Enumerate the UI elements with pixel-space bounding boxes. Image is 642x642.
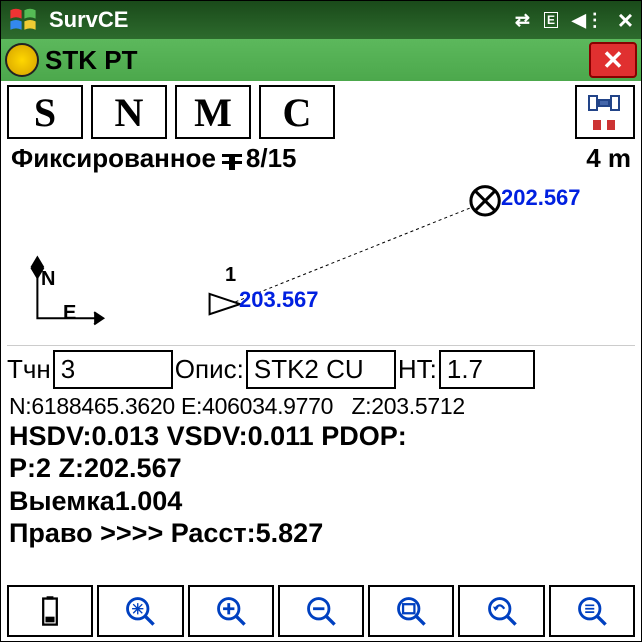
app-icon: [5, 43, 39, 77]
main-toolbar: S N M C: [1, 81, 641, 141]
close-system-icon[interactable]: ×: [618, 5, 633, 36]
target-elevation: 202.567: [501, 185, 581, 211]
s-button[interactable]: S: [7, 85, 83, 139]
zoom-out-button[interactable]: [278, 585, 364, 637]
app-titlebar: STK PT ✕: [1, 39, 641, 81]
point-label: Тчн: [7, 354, 51, 385]
point-input[interactable]: 3: [53, 350, 173, 389]
app-title: STK PT: [45, 45, 589, 76]
c-button[interactable]: C: [259, 85, 335, 139]
east-label: E: [63, 302, 76, 325]
cut-readout: Выемка1.004: [1, 485, 641, 517]
battery-button[interactable]: [7, 585, 93, 637]
connectivity-icon[interactable]: ⇄: [515, 10, 530, 31]
desc-label: Опис:: [175, 354, 244, 385]
volume-icon[interactable]: ◀⋮: [572, 10, 604, 31]
ht-label: HT:: [398, 354, 437, 385]
zoom-previous-button[interactable]: [458, 585, 544, 637]
distance-scale: 4 m: [586, 143, 631, 174]
quality-readout: HSDV:0.013 VSDV:0.011 PDOP:: [1, 420, 641, 452]
zoom-in-button[interactable]: [188, 585, 274, 637]
close-button[interactable]: ✕: [589, 42, 637, 78]
fix-status: Фиксированное: [11, 143, 216, 174]
ht-input[interactable]: 1.7: [439, 350, 535, 389]
current-elevation: 203.567: [239, 287, 319, 313]
desc-input[interactable]: STK2 CU: [246, 350, 396, 389]
zoom-extents-button[interactable]: [97, 585, 183, 637]
taskbar-title: SurvCE: [49, 7, 515, 33]
satellite-count: 8/15: [222, 143, 297, 174]
system-taskbar: SurvCE ⇄ E ◀⋮ ×: [1, 1, 641, 39]
settings-button[interactable]: [549, 585, 635, 637]
signal-icon[interactable]: E: [544, 12, 558, 28]
satellite-icon: [222, 154, 242, 164]
windows-logo-icon[interactable]: [9, 6, 37, 34]
zoom-window-button[interactable]: [368, 585, 454, 637]
coordinate-readout: N:6188465.3620 E:406034.9770 Z:203.5712: [1, 393, 641, 420]
bottom-toolbar: [1, 581, 641, 641]
input-row: Тчн 3 Опис: STK2 CU HT: 1.7: [1, 346, 641, 393]
current-point-number: 1: [225, 264, 236, 287]
n-button[interactable]: N: [91, 85, 167, 139]
app-window: SurvCE ⇄ E ◀⋮ × STK PT ✕ S N M C Фиксиро…: [0, 0, 642, 642]
satellite-button[interactable]: [575, 85, 635, 139]
map-view[interactable]: N E 1 203.567 202.567: [7, 176, 635, 346]
m-button[interactable]: M: [175, 85, 251, 139]
north-label: N: [41, 268, 55, 291]
status-line: Фиксированное 8/15 4 m: [1, 141, 641, 174]
pz-readout: P:2 Z:202.567: [1, 452, 641, 484]
direction-readout: Право >>>> Расст:5.827: [1, 517, 641, 549]
